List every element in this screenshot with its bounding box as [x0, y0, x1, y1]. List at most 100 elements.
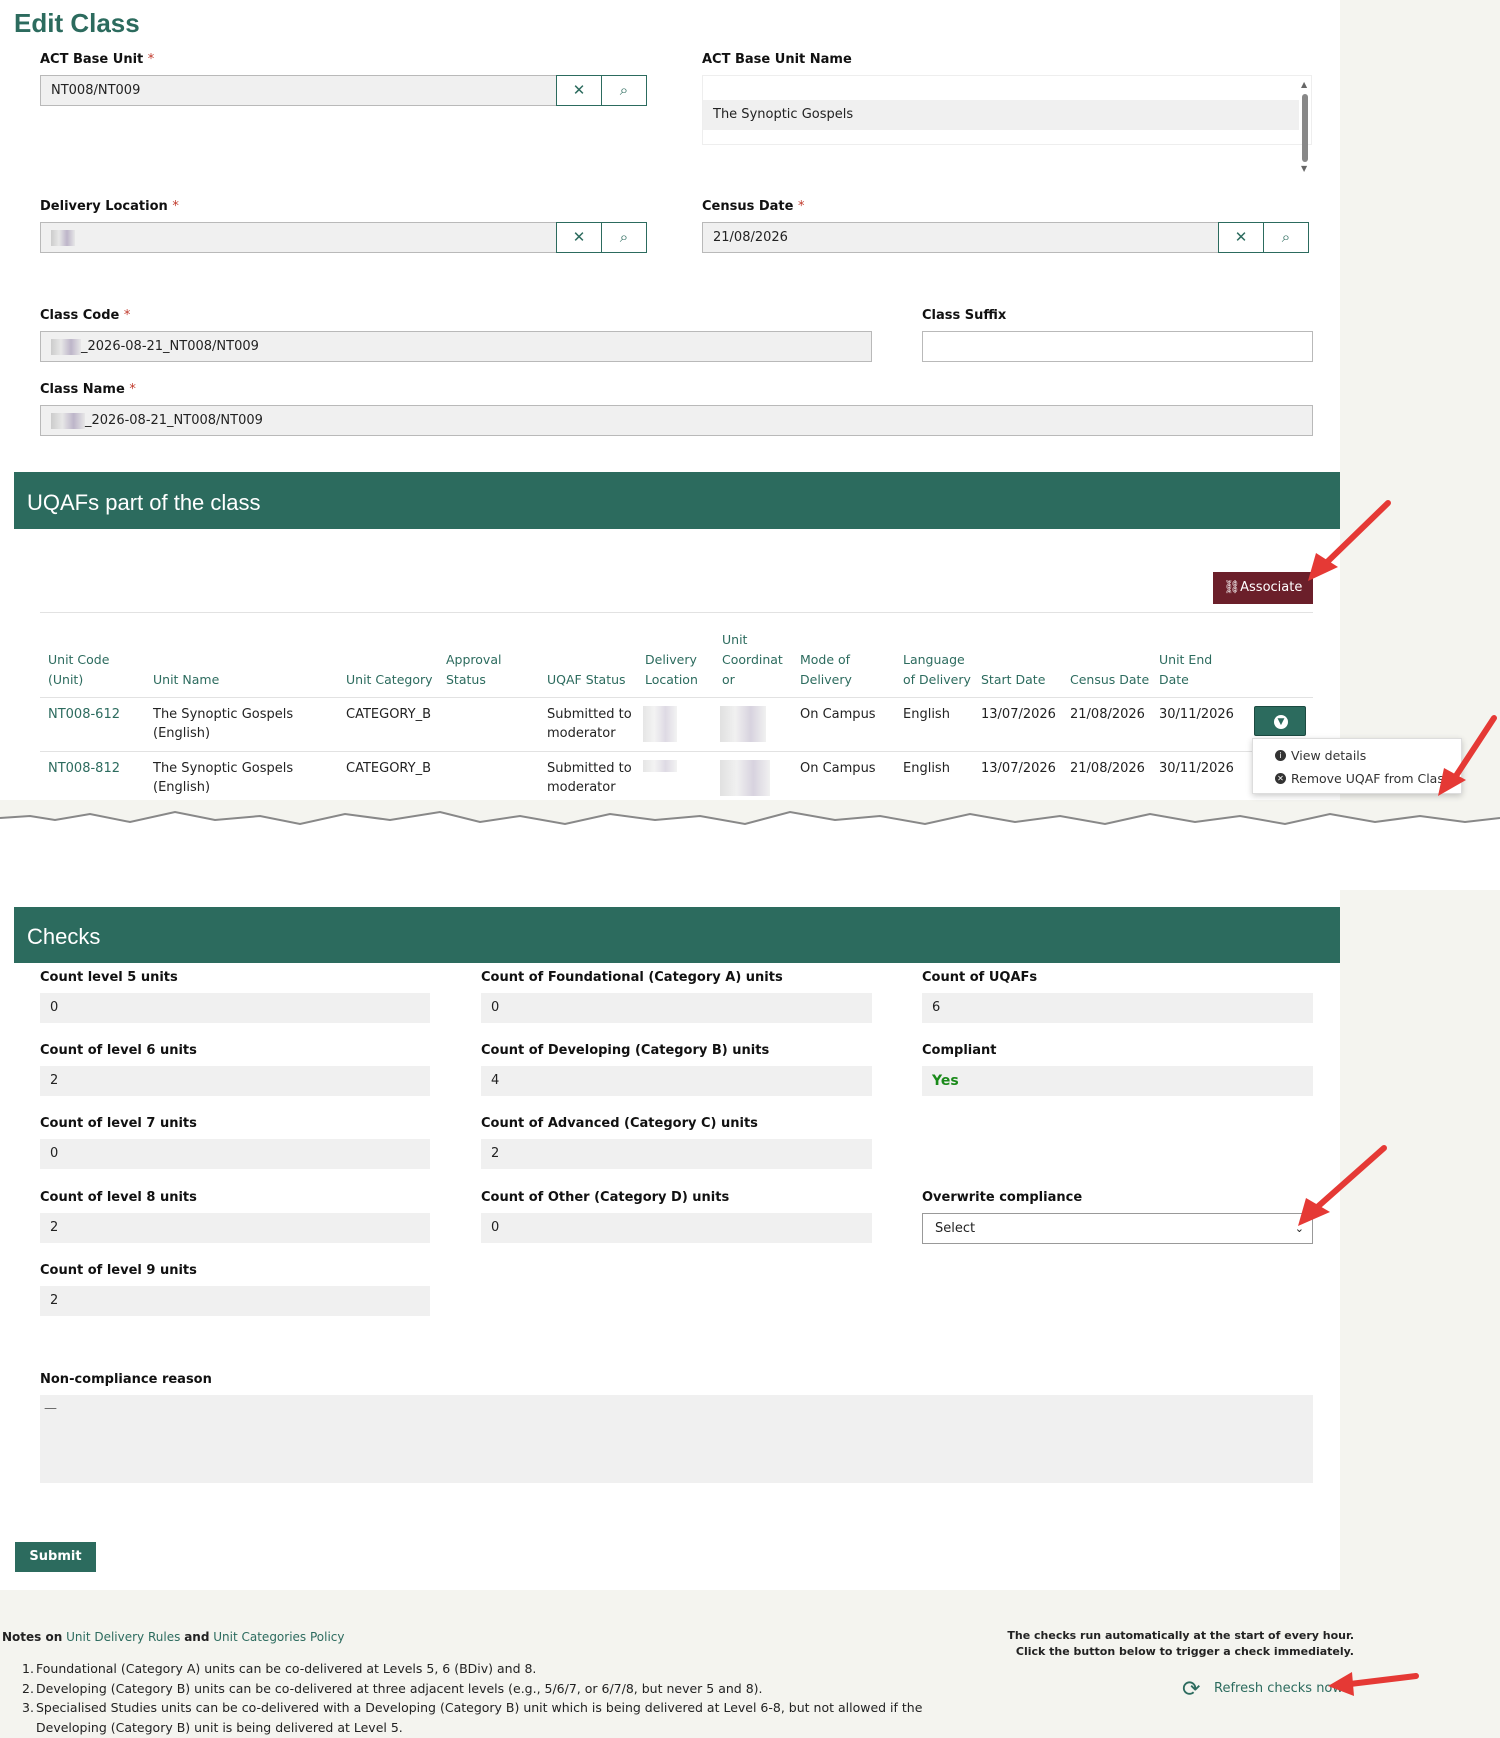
row-divider: [40, 751, 1313, 752]
associate-button[interactable]: ⛓Associate: [1213, 572, 1313, 604]
class-code-label: Class Code *: [40, 308, 131, 323]
uqaf-status-cell: Submitted to moderator: [547, 707, 632, 741]
language-cell: English: [903, 707, 950, 722]
col-start-date[interactable]: Start Date: [981, 670, 1045, 690]
census-date-input[interactable]: 21/08/2026: [702, 222, 1219, 253]
redacted-location: [643, 706, 677, 742]
refresh-icon: ⟳: [1182, 1677, 1201, 1702]
col-delivery-location[interactable]: Delivery Location: [645, 650, 698, 690]
uqaf-status-cell: Submitted to moderator: [547, 761, 632, 795]
list-item: 1. Foundational (Category A) units can be…: [22, 1661, 537, 1676]
submit-button[interactable]: Submit: [15, 1542, 96, 1572]
level8-label: Count of level 8 units: [40, 1190, 197, 1205]
unit-name-cell: The Synoptic Gospels (English): [153, 707, 294, 741]
chevron-down-icon: ▼: [1274, 715, 1288, 729]
notes-heading: Notes on Unit Delivery Rules and Unit Ca…: [2, 1630, 345, 1644]
close-circle-icon: ✕: [1275, 773, 1286, 784]
act-base-unit-clear-button[interactable]: ✕: [556, 75, 602, 106]
row-actions-button[interactable]: ▼: [1254, 706, 1306, 736]
col-approval-status[interactable]: Approval Status: [446, 650, 501, 690]
class-suffix-input[interactable]: [922, 331, 1313, 362]
mode-cell: On Campus: [800, 761, 876, 776]
unit-name-cell: The Synoptic Gospels (English): [153, 761, 294, 795]
col-unit-coordinator[interactable]: Unit Coordinat or: [722, 630, 783, 690]
notes-list: 1. Foundational (Category A) units can be…: [22, 1659, 922, 1737]
overwrite-compliance-select[interactable]: Select ⌄: [922, 1213, 1313, 1244]
act-base-unit-search-button[interactable]: ⌕: [601, 75, 647, 106]
class-code-input[interactable]: _2026-08-21_NT008/NT009: [40, 331, 872, 362]
list-scrollbar[interactable]: ▲ ▼: [1301, 80, 1309, 175]
unit-category-cell: CATEGORY_B: [346, 761, 431, 776]
col-census-date[interactable]: Census Date: [1070, 670, 1149, 690]
header-divider: [40, 697, 1313, 698]
level7-field: 0: [40, 1139, 430, 1169]
redacted-value: [51, 229, 75, 246]
census-date-search-button[interactable]: ⌕: [1263, 222, 1309, 253]
list-item-continued: Developing (Category B) unit is being de…: [36, 1719, 403, 1735]
overwrite-compliance-label: Overwrite compliance: [922, 1190, 1083, 1205]
census-date-cell: 21/08/2026: [1070, 761, 1145, 776]
end-date-cell: 30/11/2026: [1159, 761, 1234, 776]
page-title: Edit Class: [14, 8, 140, 38]
category-b-label: Count of Developing (Category B) units: [481, 1043, 770, 1058]
category-d-field: 0: [481, 1213, 872, 1243]
act-base-unit-name-option[interactable]: The Synoptic Gospels: [703, 100, 1299, 130]
col-language[interactable]: Language of Delivery: [903, 650, 971, 690]
census-date-cell: 21/08/2026: [1070, 707, 1145, 722]
level9-field: 2: [40, 1286, 430, 1316]
col-end-date[interactable]: Unit End Date: [1159, 650, 1212, 690]
unit-code-link[interactable]: NT008-812: [48, 759, 120, 778]
level8-field: 2: [40, 1213, 430, 1243]
class-suffix-label: Class Suffix: [922, 308, 1007, 323]
redacted-location: [643, 760, 677, 772]
delivery-location-search-button[interactable]: ⌕: [601, 222, 647, 253]
mode-cell: On Campus: [800, 707, 876, 722]
col-unit-category[interactable]: Unit Category: [346, 670, 433, 690]
delivery-location-input[interactable]: [40, 222, 557, 253]
act-base-unit-name-label: ACT Base Unit Name: [702, 52, 852, 67]
unit-categories-policy-link[interactable]: Unit Categories Policy: [213, 1630, 344, 1644]
list-item: 2. Developing (Category B) units can be c…: [22, 1680, 763, 1696]
level5-field: 0: [40, 993, 430, 1023]
category-c-label: Count of Advanced (Category C) units: [481, 1116, 758, 1131]
act-base-unit-input[interactable]: NT008/NT009: [40, 75, 557, 106]
act-base-unit-label: ACT Base Unit *: [40, 52, 155, 67]
menu-item-view-details[interactable]: i View details: [1275, 748, 1366, 763]
start-date-cell: 13/07/2026: [981, 761, 1056, 776]
delivery-location-clear-button[interactable]: ✕: [556, 222, 602, 253]
col-mode-of-delivery[interactable]: Mode of Delivery: [800, 650, 852, 690]
col-uqaf-status[interactable]: UQAF Status: [547, 670, 626, 690]
list-item: 3. Specialised Studies units can be co-de…: [22, 1700, 923, 1715]
non-compliance-reason-field: —: [40, 1395, 1313, 1483]
refresh-checks-button[interactable]: ⟳ Refresh checks now: [1182, 1677, 1343, 1702]
redacted-value: [51, 338, 81, 355]
col-unit-name[interactable]: Unit Name: [153, 670, 219, 690]
start-date-cell: 13/07/2026: [981, 707, 1056, 722]
auto-check-note: The checks run automatically at the star…: [1007, 1629, 1354, 1658]
act-base-unit-name-list[interactable]: The Synoptic Gospels: [702, 75, 1312, 145]
category-a-label: Count of Foundational (Category A) units: [481, 970, 783, 985]
non-compliance-reason-label: Non-compliance reason: [40, 1372, 212, 1387]
redacted-value: [51, 412, 85, 429]
category-b-field: 4: [481, 1066, 872, 1096]
row-actions-menu: i View details ✕ Remove UQAF from Class: [1252, 738, 1462, 794]
menu-item-remove-uqaf[interactable]: ✕ Remove UQAF from Class: [1275, 771, 1450, 786]
delivery-location-label: Delivery Location *: [40, 199, 179, 214]
torn-edge-divider: [0, 810, 1500, 890]
list-scrollbar-thumb[interactable]: [1302, 94, 1308, 162]
unit-code-link[interactable]: NT008-612: [48, 705, 120, 724]
uqaf-count-field: 6: [922, 993, 1313, 1023]
unit-delivery-rules-link[interactable]: Unit Delivery Rules: [66, 1630, 180, 1644]
compliant-field: Yes: [922, 1066, 1313, 1096]
redacted-coordinator: [720, 760, 770, 796]
col-unit-code[interactable]: Unit Code (Unit): [48, 650, 109, 690]
census-date-clear-button[interactable]: ✕: [1218, 222, 1264, 253]
class-name-input[interactable]: _2026-08-21_NT008/NT009: [40, 405, 1313, 436]
language-cell: English: [903, 761, 950, 776]
level5-label: Count level 5 units: [40, 970, 178, 985]
level6-field: 2: [40, 1066, 430, 1096]
level9-label: Count of level 9 units: [40, 1263, 197, 1278]
category-a-field: 0: [481, 993, 872, 1023]
compliant-label: Compliant: [922, 1043, 997, 1058]
level7-label: Count of level 7 units: [40, 1116, 197, 1131]
